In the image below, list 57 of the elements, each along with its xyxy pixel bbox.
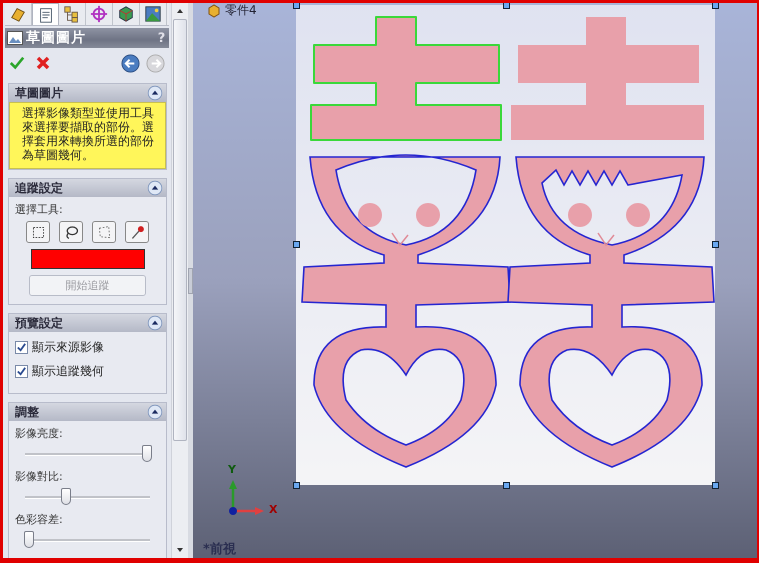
collapse-chevron-icon[interactable] <box>147 85 164 101</box>
picture-icon <box>7 31 23 45</box>
resize-handle[interactable] <box>712 482 719 489</box>
slider-thumb[interactable] <box>61 488 72 505</box>
checkbox[interactable] <box>15 365 28 378</box>
section-title: 追蹤設定 <box>15 180 63 196</box>
section-title: 草圖圖片 <box>15 84 63 102</box>
resize-handle[interactable] <box>712 241 719 248</box>
part-icon <box>207 4 221 18</box>
ok-checkmark-icon[interactable] <box>9 55 25 71</box>
checkbox-label: 顯示來源影像 <box>32 339 104 356</box>
checkbox[interactable] <box>15 341 28 354</box>
x-axis-label: X <box>269 503 278 516</box>
part-name: 零件4 <box>225 3 257 19</box>
section-header[interactable]: 調整 <box>9 403 166 421</box>
scrollbar[interactable] <box>171 3 188 558</box>
scrollbar-thumb[interactable] <box>173 19 187 441</box>
scroll-down-arrow-icon[interactable] <box>176 547 184 553</box>
collapse-chevron-icon[interactable] <box>147 180 164 196</box>
resize-handle[interactable] <box>503 482 510 489</box>
section-header[interactable]: 追蹤設定 <box>9 179 166 197</box>
tree-icon <box>63 5 81 23</box>
info-message: 選擇影像類型並使用工具來選擇要擷取的部份。選擇套用來轉換所選的部份為草圖幾何。 <box>9 102 166 169</box>
cancel-x-icon[interactable] <box>35 55 51 71</box>
resize-handle[interactable] <box>712 3 719 9</box>
resize-handle[interactable] <box>293 482 300 489</box>
cube-icon <box>117 5 135 23</box>
panel-title: 草圖圖片 <box>26 29 86 47</box>
collapse-chevron-icon[interactable] <box>147 315 164 331</box>
feature-icon <box>9 5 27 23</box>
section-title: 預覽設定 <box>15 314 63 332</box>
section-title: 調整 <box>15 404 39 420</box>
resize-handle[interactable] <box>503 3 510 9</box>
resize-handle[interactable] <box>293 3 300 9</box>
splitter-grip-icon[interactable] <box>188 268 193 294</box>
scene-icon <box>144 5 162 23</box>
scroll-up-arrow-icon[interactable] <box>176 8 184 14</box>
section-header[interactable]: 預覽設定 <box>9 314 166 332</box>
slider-thumb[interactable] <box>142 445 152 462</box>
eyedropper-tool-button[interactable] <box>125 221 150 243</box>
panel-tab[interactable] <box>32 3 59 25</box>
resize-handle[interactable] <box>293 241 300 248</box>
crosshair-icon <box>90 5 108 23</box>
field-label: 選擇工具: <box>15 202 64 217</box>
section-header[interactable]: 草圖圖片 <box>9 84 166 102</box>
slider-label: 影像亮度: <box>15 426 64 441</box>
color-swatch[interactable] <box>30 249 145 269</box>
slider-thumb[interactable] <box>24 531 34 548</box>
polygon-select-tool-button[interactable] <box>92 221 116 243</box>
collapse-chevron-icon[interactable] <box>147 404 164 420</box>
box-select-tool-button[interactable] <box>26 221 50 243</box>
checkbox-label: 顯示追蹤幾何 <box>32 363 104 380</box>
slider-label: 影像對比: <box>15 469 64 484</box>
lasso-tool-button[interactable] <box>59 221 84 243</box>
y-axis-label: Y <box>228 463 236 476</box>
sketch-picture[interactable] <box>296 5 715 485</box>
slider-label: 色彩容差: <box>15 512 64 527</box>
